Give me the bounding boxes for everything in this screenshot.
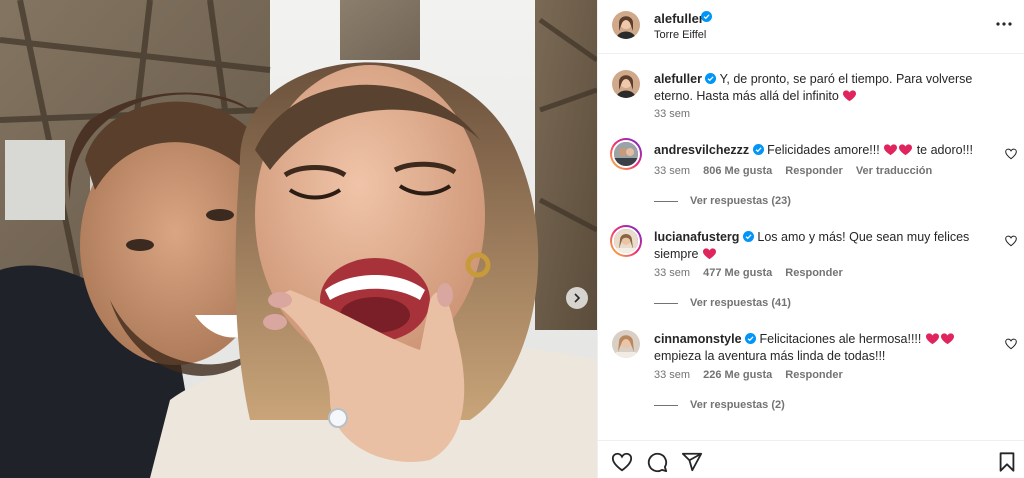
comment-like-heart-icon[interactable] xyxy=(1005,338,1017,350)
post-header: alefuller Torre Eiffel xyxy=(598,0,1024,54)
comment-time: 33 sem xyxy=(654,267,691,279)
post-location[interactable]: Torre Eiffel xyxy=(654,29,706,41)
verified-badge-icon xyxy=(752,144,764,155)
comment-text: cinnamonstyle Felicitaciones ale hermosa… xyxy=(654,331,999,364)
caption-author-avatar[interactable] xyxy=(612,70,640,98)
red-heart-emoji-icon xyxy=(925,333,939,345)
view-replies-button[interactable]: Ver respuestas (23) xyxy=(654,195,791,207)
author-avatar[interactable] xyxy=(612,11,640,39)
verified-badge-icon xyxy=(701,11,712,22)
verified-badge-icon xyxy=(745,333,757,344)
comment-meta: 33 sem 477 Me gusta Responder xyxy=(654,267,853,279)
replies-divider-line xyxy=(654,302,678,304)
post-side-panel: alefuller Torre Eiffel alefuller Y, de p… xyxy=(597,0,1024,478)
more-horizontal-icon xyxy=(996,22,1012,26)
author-username[interactable]: alefuller xyxy=(654,11,704,26)
heart-outline-icon[interactable] xyxy=(611,451,633,473)
replies-divider-line xyxy=(654,200,678,202)
comment-likes-count[interactable]: 226 Me gusta xyxy=(703,369,772,381)
replies-divider-line xyxy=(654,404,678,406)
chevron-right-icon xyxy=(574,293,581,303)
caption-body: Y, de pronto, se paró el tiempo. Para vo… xyxy=(654,72,973,103)
commenter-avatar[interactable] xyxy=(610,225,642,257)
comment-like-heart-icon[interactable] xyxy=(1005,148,1017,160)
comment-likes-count[interactable]: 477 Me gusta xyxy=(703,267,772,279)
comment-text: lucianafusterg Los amo y más! Que sean m… xyxy=(654,229,999,262)
red-heart-emoji-icon xyxy=(940,333,954,345)
view-replies-label: Ver respuestas (23) xyxy=(690,195,791,207)
commenter-avatar[interactable] xyxy=(610,138,642,170)
comment-time: 33 sem xyxy=(654,369,691,381)
comment-body-continued: empieza la aventura más linda de todas!!… xyxy=(654,348,886,363)
comment-body: Felicidades amore!!! xyxy=(767,143,880,157)
reply-button[interactable]: Responder xyxy=(785,165,842,177)
view-replies-button[interactable]: Ver respuestas (2) xyxy=(654,399,785,411)
comment-body-continued: te adoro!!! xyxy=(916,143,973,157)
comment-time: 33 sem xyxy=(654,165,691,177)
red-heart-emoji-icon xyxy=(884,144,898,156)
commenter-username[interactable]: cinnamonstyle xyxy=(654,332,742,346)
comment-text: andresvilchezzz Felicidades amore!!! te … xyxy=(654,142,999,159)
red-heart-emoji-icon xyxy=(843,89,857,101)
caption-meta: 33 sem xyxy=(654,108,700,120)
view-replies-button[interactable]: Ver respuestas (41) xyxy=(654,297,791,309)
reply-button[interactable]: Responder xyxy=(785,267,842,279)
reply-button[interactable]: Responder xyxy=(785,369,842,381)
verified-badge-icon xyxy=(742,231,754,242)
engagement-selfie-image xyxy=(0,0,597,478)
caption-username[interactable]: alefuller xyxy=(654,72,702,86)
bookmark-icon[interactable] xyxy=(996,451,1018,473)
red-heart-emoji-icon xyxy=(899,144,913,156)
post-action-bar xyxy=(598,440,1024,478)
verified-badge-icon xyxy=(705,73,717,84)
comment-meta: 33 sem 806 Me gusta Responder Ver traduc… xyxy=(654,165,942,177)
view-replies-label: Ver respuestas (41) xyxy=(690,297,791,309)
red-heart-emoji-icon xyxy=(702,247,716,259)
more-options-button[interactable] xyxy=(995,17,1013,31)
paper-plane-icon[interactable] xyxy=(681,451,703,473)
comment-like-heart-icon[interactable] xyxy=(1005,235,1017,247)
comment-likes-count[interactable]: 806 Me gusta xyxy=(703,165,772,177)
comment-bubble-icon[interactable] xyxy=(646,451,668,473)
comment-meta: 33 sem 226 Me gusta Responder xyxy=(654,369,853,381)
view-replies-label: Ver respuestas (2) xyxy=(690,399,785,411)
commenter-avatar[interactable] xyxy=(612,330,640,358)
comment-body: Felicitaciones ale hermosa!!!! xyxy=(759,332,922,346)
translate-button[interactable]: Ver traducción xyxy=(856,165,932,177)
next-photo-button[interactable] xyxy=(566,287,588,309)
commenter-username[interactable]: lucianafusterg xyxy=(654,230,739,244)
caption-time: 33 sem xyxy=(654,108,691,120)
caption-text: alefuller Y, de pronto, se paró el tiemp… xyxy=(654,71,999,104)
post-photo[interactable] xyxy=(0,0,597,478)
commenter-username[interactable]: andresvilchezzz xyxy=(654,143,749,157)
